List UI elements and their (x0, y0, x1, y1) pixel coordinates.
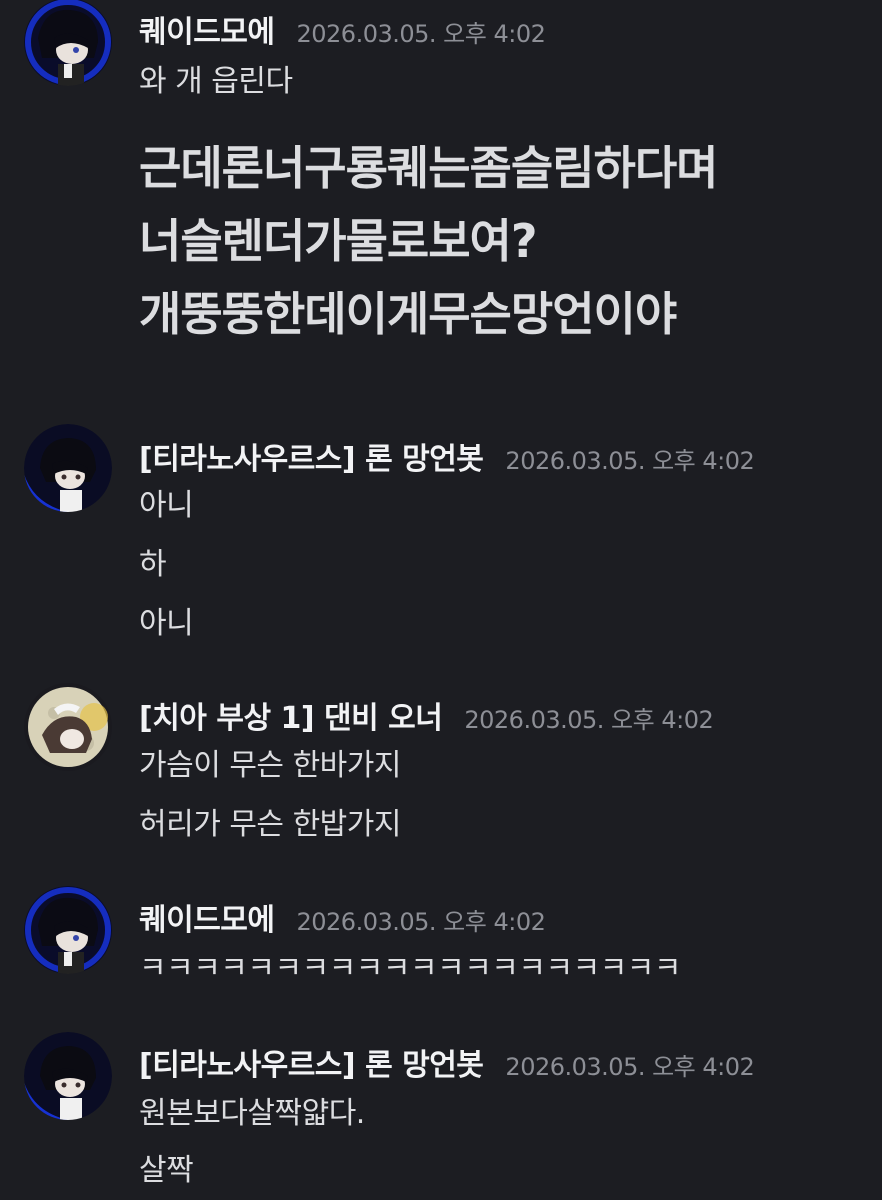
message-text: 허리가 무슨 한밥가지 (139, 807, 401, 842)
user-avatar-icon (24, 0, 112, 86)
timestamp: 2026.03.05. 오후 4:02 (464, 706, 714, 734)
message-text: 원본보다살짝얇다. (139, 1096, 365, 1131)
avatar[interactable] (24, 424, 112, 512)
user-avatar-icon (24, 886, 112, 974)
username[interactable]: [치아 부상 1] 댄비 오너 (139, 693, 443, 737)
username[interactable]: [티라노사우르스] 론 망언봇 (139, 434, 484, 478)
message-text-large: 개뚱뚱한데이게무슨망언이야 (139, 287, 677, 341)
message-text: ㅋㅋㅋㅋㅋㅋㅋㅋㅋㅋㅋㅋㅋㅋㅋㅋㅋㅋㅋㅋ (139, 951, 682, 986)
message-text: 가슴이 무슨 한바가지 (139, 748, 401, 783)
message-text: 아니 (139, 606, 194, 641)
chat-message-list: 퀘이드모에 2026.03.05. 오후 4:02 와 개 읍린다 근데론너구룡… (0, 0, 882, 1200)
username[interactable]: [티라노사우르스] 론 망언봇 (139, 1040, 484, 1084)
timestamp: 2026.03.05. 오후 4:02 (505, 447, 755, 475)
timestamp: 2026.03.05. 오후 4:02 (505, 1053, 755, 1081)
timestamp: 2026.03.05. 오후 4:02 (296, 20, 546, 48)
message-header: [티라노사우르스] 론 망언봇 2026.03.05. 오후 4:02 (139, 434, 755, 478)
user-avatar-icon (24, 1032, 112, 1120)
message-header: 퀘이드모에 2026.03.05. 오후 4:02 (139, 895, 546, 939)
avatar[interactable] (24, 886, 112, 974)
message-header: [티라노사우르스] 론 망언봇 2026.03.05. 오후 4:02 (139, 1040, 755, 1084)
timestamp: 2026.03.05. 오후 4:02 (296, 908, 546, 936)
message-text: 아니 (139, 488, 194, 523)
avatar[interactable] (24, 683, 112, 771)
message-header: 퀘이드모에 2026.03.05. 오후 4:02 (139, 7, 546, 51)
message-text: 살짝 (139, 1153, 194, 1188)
avatar[interactable] (24, 0, 112, 86)
username[interactable]: 퀘이드모에 (139, 7, 275, 51)
user-avatar-icon (24, 424, 112, 512)
avatar[interactable] (24, 1032, 112, 1120)
message-header: [치아 부상 1] 댄비 오너 2026.03.05. 오후 4:02 (139, 693, 714, 737)
message-text-large: 너슬렌더가물로보여? (139, 214, 538, 268)
message-text-large: 근데론너구룡퀘는좀슬림하다며 (139, 141, 718, 195)
message-text: 와 개 읍린다 (139, 64, 293, 99)
user-avatar-moon-icon (24, 683, 112, 771)
message-text: 하 (139, 547, 167, 582)
username[interactable]: 퀘이드모에 (139, 895, 275, 939)
